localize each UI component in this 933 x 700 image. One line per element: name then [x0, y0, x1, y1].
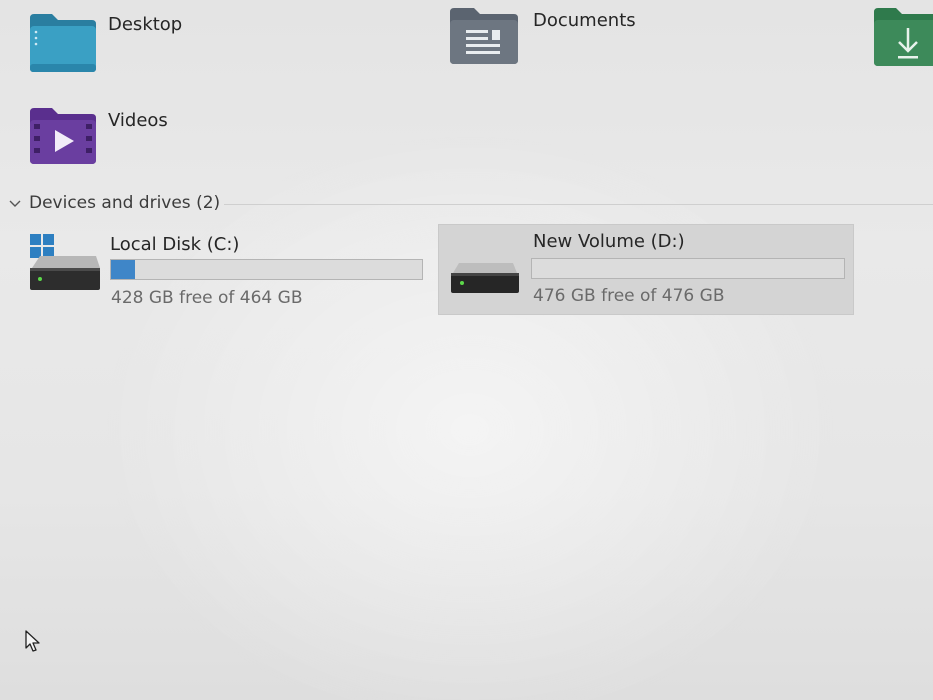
section-divider — [224, 204, 933, 205]
folder-downloads[interactable] — [872, 6, 933, 68]
mouse-cursor-icon — [24, 629, 42, 657]
section-header-devices[interactable]: Devices and drives (2) — [6, 192, 933, 218]
drive-usage-fill — [111, 260, 136, 279]
chevron-down-icon[interactable] — [8, 196, 22, 210]
folder-desktop[interactable]: Desktop — [26, 8, 226, 78]
drive-free-space: 428 GB free of 464 GB — [111, 288, 303, 308]
folder-label: Videos — [108, 110, 168, 131]
drive-c[interactable]: Local Disk (C:) 428 GB free of 464 GB — [24, 226, 434, 312]
drive-d[interactable]: New Volume (D:) 476 GB free of 476 GB — [438, 224, 854, 315]
folder-documents[interactable]: Documents — [446, 4, 666, 74]
drive-name: Local Disk (C:) — [110, 234, 240, 255]
downloads-folder-icon — [872, 6, 933, 72]
folder-label: Documents — [533, 10, 636, 31]
videos-folder-icon — [28, 106, 98, 170]
hard-drive-icon — [449, 261, 521, 299]
drive-usage-bar — [531, 258, 845, 279]
folder-videos[interactable]: Videos — [26, 104, 226, 168]
folder-label: Desktop — [108, 14, 183, 35]
desktop-folder-icon — [28, 12, 98, 76]
drive-free-space: 476 GB free of 476 GB — [533, 286, 725, 306]
documents-folder-icon — [448, 6, 520, 70]
drive-usage-bar — [110, 259, 423, 280]
drive-name: New Volume (D:) — [533, 231, 685, 252]
windows-drive-icon — [26, 234, 102, 298]
section-title: Devices and drives (2) — [29, 193, 221, 213]
